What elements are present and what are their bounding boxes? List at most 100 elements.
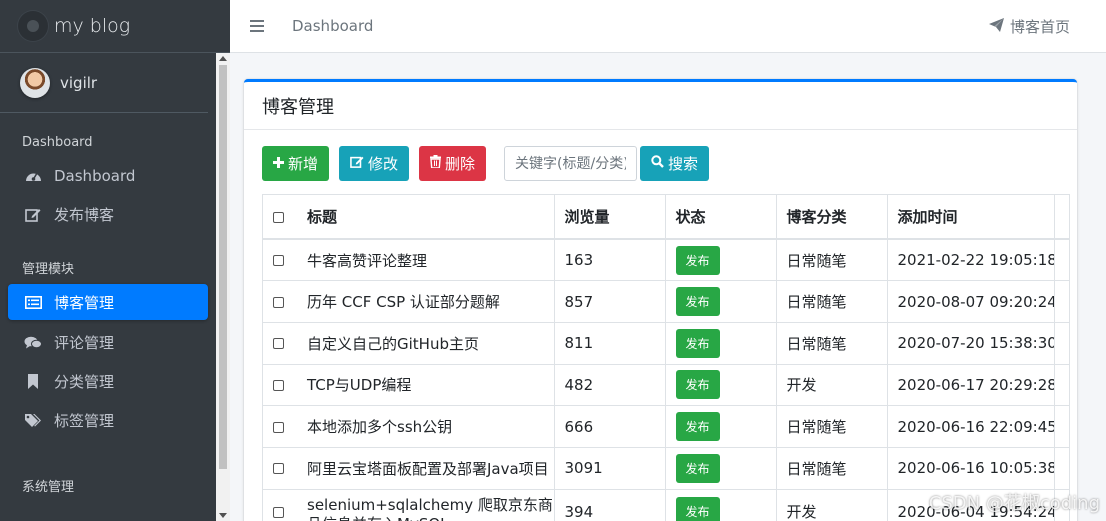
delete-label: 删除: [445, 155, 476, 173]
cell-status: 发布: [665, 363, 777, 406]
cell-views: 482: [554, 363, 666, 406]
sidebar-item-label: 分类管理: [54, 373, 115, 391]
blog-table: 标题 浏览量 状态 博客分类 添加时间 牛客高赞评论整理 163 发布 日常随笔…: [262, 194, 1070, 521]
sidebar-item-dashboard[interactable]: Dashboard: [0, 156, 230, 195]
cell-spacer: [1054, 321, 1069, 365]
sidebar-item-label: 发布博客: [54, 206, 115, 224]
cell-category: 日常随笔: [776, 321, 888, 365]
row-checkbox[interactable]: [273, 255, 284, 267]
user-panel[interactable]: vigilr: [0, 53, 208, 113]
cell-category: 开发: [776, 363, 888, 406]
row-checkbox[interactable]: [273, 296, 284, 308]
nav-header-management: 管理模块: [22, 262, 75, 277]
plus-icon: [273, 156, 284, 172]
column-header-spacer: [1054, 195, 1069, 240]
cell-title: 历年 CCF CSP 认证部分题解: [297, 280, 555, 323]
bookmark-icon: [24, 373, 42, 391]
status-badge: 发布: [675, 412, 720, 442]
sidebar-scrollbar[interactable]: [216, 53, 230, 521]
column-header-title[interactable]: 标题: [297, 195, 555, 240]
add-label: 新增: [288, 155, 319, 173]
sidebar-item-tag-management[interactable]: 标签管理: [0, 401, 230, 440]
cell-category: 日常随笔: [776, 446, 888, 490]
trash-icon: [430, 155, 442, 172]
cell-title: selenium+sqlalchemy 爬取京东商品信息并存入MySQL: [297, 488, 555, 521]
cell-spacer: [1054, 405, 1069, 448]
row-checkbox[interactable]: [273, 506, 284, 518]
cell-views: 3091: [554, 446, 666, 490]
cell-status: 发布: [665, 238, 777, 281]
table-row[interactable]: 自定义自己的GitHub主页 811 发布 日常随笔 2020-07-20 15…: [263, 321, 1069, 365]
cell-time: 2020-06-16 22:09:45: [887, 405, 1055, 448]
column-header-status[interactable]: 状态: [665, 195, 777, 240]
row-checkbox[interactable]: [273, 421, 284, 433]
edit-button[interactable]: 修改: [339, 146, 410, 181]
cell-status: 发布: [665, 405, 777, 448]
search-input[interactable]: [504, 146, 638, 181]
list-icon: [24, 293, 42, 311]
edit-icon: [24, 206, 42, 224]
row-checkbox[interactable]: [273, 463, 284, 475]
paper-plane-icon: [988, 17, 1004, 36]
table-row[interactable]: TCP与UDP编程 482 发布 开发 2020-06-17 20:29:28: [263, 363, 1069, 406]
column-header-category[interactable]: 博客分类: [776, 195, 888, 240]
scrollbar-thumb[interactable]: [219, 65, 227, 469]
status-badge: 发布: [675, 245, 720, 275]
sidebar-item-label: 博客管理: [54, 293, 115, 312]
sidebar-item-publish-blog[interactable]: 发布博客: [0, 195, 230, 234]
scroll-down-arrow-icon[interactable]: [219, 513, 227, 518]
edit-icon: [350, 155, 364, 172]
avatar: [20, 67, 50, 98]
tags-icon: [24, 412, 42, 430]
select-all-checkbox[interactable]: [273, 211, 284, 223]
sidebar-item-category-management[interactable]: 分类管理: [0, 362, 230, 401]
topbar-title[interactable]: Dashboard: [292, 17, 373, 35]
card-toolbar: 新增 修改 删除 搜索: [262, 146, 719, 181]
row-select-cell: [263, 280, 297, 323]
row-select-cell: [263, 488, 297, 521]
cell-spacer: [1054, 238, 1069, 281]
cell-views: 394: [554, 488, 666, 521]
column-header-views[interactable]: 浏览量: [554, 195, 666, 240]
brand-link[interactable]: my blog: [0, 0, 230, 53]
sidebar-item-label: 标签管理: [54, 412, 115, 430]
blog-home-link[interactable]: 博客首页: [988, 0, 1070, 53]
brand-logo-icon: [18, 11, 48, 41]
row-select-cell: [263, 363, 297, 406]
cell-views: 857: [554, 280, 666, 323]
comments-icon: [24, 334, 42, 352]
cell-time: 2021-02-22 19:05:18: [887, 238, 1055, 281]
add-button[interactable]: 新增: [262, 146, 330, 181]
table-row[interactable]: 历年 CCF CSP 认证部分题解 857 发布 日常随笔 2020-08-07…: [263, 280, 1069, 323]
csdn-watermark: CSDN @花椒coding: [928, 493, 1100, 514]
row-checkbox[interactable]: [273, 379, 284, 391]
table-header-row: 标题 浏览量 状态 博客分类 添加时间: [263, 195, 1069, 240]
cell-spacer: [1054, 363, 1069, 406]
status-badge: 发布: [675, 328, 720, 358]
table-row[interactable]: 阿里云宝塔面板配置及部署Java项目 3091 发布 日常随笔 2020-06-…: [263, 446, 1069, 490]
sidebar-item-comment-management[interactable]: 评论管理: [0, 323, 230, 362]
cell-status: 发布: [665, 321, 777, 365]
cell-views: 811: [554, 321, 666, 365]
delete-button[interactable]: 删除: [419, 146, 487, 181]
cell-spacer: [1054, 446, 1069, 490]
sidebar-item-label: Dashboard: [54, 166, 136, 185]
column-header-time[interactable]: 添加时间: [887, 195, 1055, 240]
scroll-up-arrow-icon[interactable]: [219, 56, 227, 61]
nav-header-dashboard: Dashboard: [22, 135, 93, 150]
table-row[interactable]: 本地添加多个ssh公钥 666 发布 日常随笔 2020-06-16 22:09…: [263, 405, 1069, 448]
cell-title: 阿里云宝塔面板配置及部署Java项目: [297, 446, 555, 490]
table-row[interactable]: 牛客高赞评论整理 163 发布 日常随笔 2021-02-22 19:05:18: [263, 238, 1069, 281]
row-select-cell: [263, 238, 297, 281]
menu-toggle-icon[interactable]: [250, 20, 264, 32]
cell-time: 2020-07-20 15:38:30: [887, 321, 1055, 365]
search-button[interactable]: 搜索: [640, 146, 710, 181]
sidebar-item-blog-management[interactable]: 博客管理: [8, 284, 208, 320]
status-badge: 发布: [675, 497, 720, 521]
blog-home-label: 博客首页: [1009, 18, 1070, 36]
nav-header-system: 系统管理: [22, 480, 75, 495]
status-badge: 发布: [675, 287, 720, 317]
cell-status: 发布: [665, 446, 777, 490]
top-navbar: Dashboard 博客首页: [230, 0, 1106, 53]
row-checkbox[interactable]: [273, 338, 284, 350]
